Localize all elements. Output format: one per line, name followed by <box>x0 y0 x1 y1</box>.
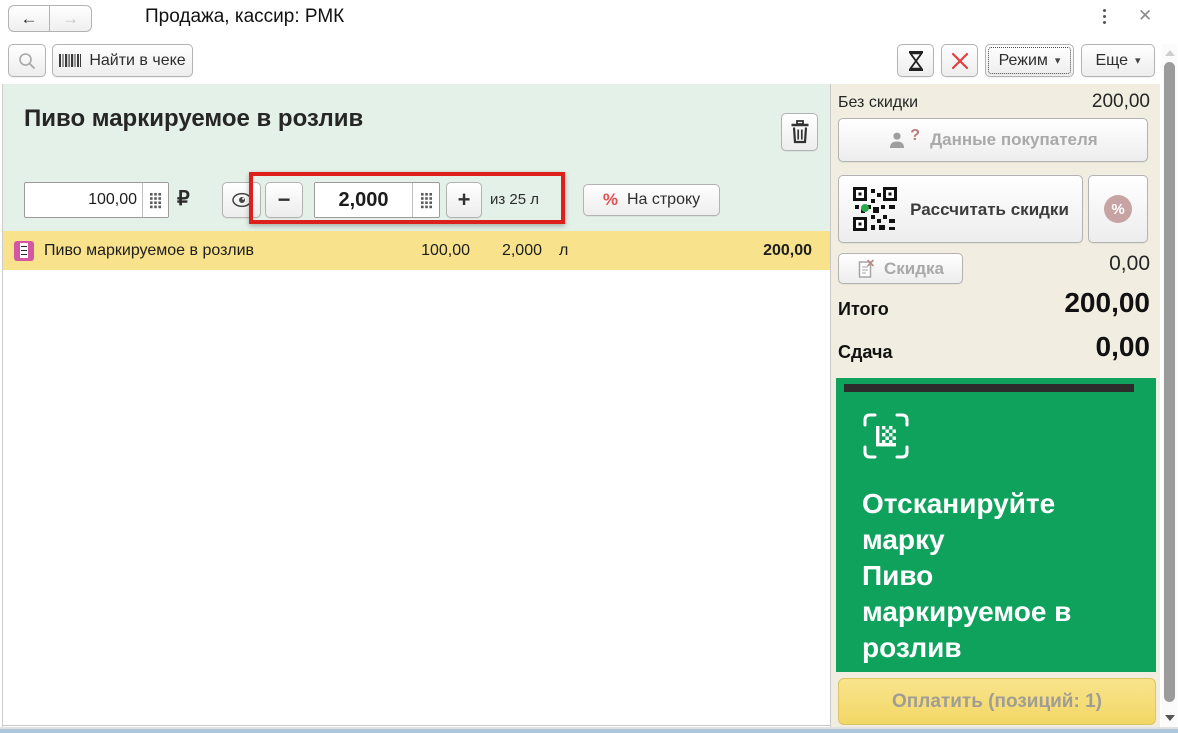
hourglass-icon <box>908 50 923 71</box>
kebab-menu-icon[interactable] <box>1100 9 1108 24</box>
percent-icon: % <box>602 190 618 209</box>
barcode-icon <box>59 54 82 67</box>
scan-mark-panel: Отсканируйте марку Пиво маркируемое в ро… <box>836 378 1156 672</box>
currency-symbol: ₽ <box>177 188 190 210</box>
line-discount-button[interactable]: % На строку <box>583 184 720 216</box>
keg-capacity-hint: из 25 л <box>490 191 540 208</box>
postpone-button[interactable] <box>897 44 934 77</box>
eye-icon <box>231 192 252 208</box>
keypad-icon <box>420 192 432 208</box>
search-button[interactable] <box>8 44 46 77</box>
no-discount-label: Без скидки <box>838 94 919 111</box>
price-input[interactable] <box>25 183 142 217</box>
chevron-down-icon: ▾ <box>1135 55 1141 67</box>
person-icon <box>890 132 905 148</box>
scan-prompt-text: Отсканируйте марку Пиво маркируемое в ро… <box>862 486 1124 666</box>
item-heading: Пиво маркируемое в розлив <box>24 105 364 132</box>
row-item-name: Пиво маркируемое в розлив <box>44 241 255 259</box>
page-title: Продажа, кассир: РМК <box>145 6 345 27</box>
summary-panel: Без скидки 200,00 ? Данные покупателя Ра… <box>831 84 1160 729</box>
navigation-buttons: ← → <box>8 5 92 32</box>
row-item-unit: л <box>559 241 569 259</box>
keypad-icon <box>150 192 161 208</box>
scroll-down-icon[interactable] <box>1165 715 1175 721</box>
discount-label: Скидка <box>884 258 944 278</box>
price-keypad-button[interactable] <box>142 183 168 217</box>
line-discount-label: На строку <box>626 191 701 208</box>
scan-panel-top-strip <box>844 384 1134 392</box>
datamatrix-scan-icon <box>863 413 909 459</box>
calculate-discounts-label: Рассчитать скидки <box>910 199 1069 219</box>
total-value: 200,00 <box>1064 287 1150 318</box>
row-item-price: 100,00 <box>421 241 470 259</box>
scan-prompt: Отсканируйте марку <box>862 488 1056 555</box>
change-label: Сдача <box>838 342 893 362</box>
change-value: 0,00 <box>1095 331 1151 362</box>
no-discount-value: 200,00 <box>1091 91 1150 112</box>
marking-icon <box>14 240 34 261</box>
pay-button[interactable]: Оплатить (позиций: 1) <box>838 678 1156 725</box>
item-controls-row: ₽ − + из 25 <box>3 182 830 218</box>
chevron-down-icon: ▾ <box>1054 55 1061 67</box>
quantity-keypad-button[interactable] <box>412 183 439 217</box>
customer-data-button[interactable]: ? Данные покупателя <box>838 118 1148 162</box>
title-bar: ← → Продажа, кассир: РМК ✕ <box>0 0 1178 38</box>
quantity-input[interactable] <box>315 183 412 217</box>
vertical-scrollbar[interactable] <box>1162 44 1177 729</box>
discount-value: 0,00 <box>1109 252 1150 275</box>
total-label: Итого <box>838 299 889 319</box>
quantity-increase-button[interactable]: + <box>446 182 482 218</box>
toolbar: Найти в чеке Режим ▾ Еще ▾ <box>0 38 1178 82</box>
percent-circle-icon: % <box>1104 195 1132 223</box>
price-field <box>24 182 169 218</box>
cancel-receipt-button[interactable] <box>941 44 978 77</box>
forward-arrow-icon: → <box>62 8 79 28</box>
close-icon[interactable]: ✕ <box>1138 6 1152 26</box>
delete-item-button[interactable] <box>781 113 818 151</box>
discount-button[interactable]: Скидка <box>838 253 963 284</box>
customer-data-label: Данные покупателя <box>930 130 1098 149</box>
forward-button[interactable]: → <box>50 5 92 32</box>
current-item-panel: Пиво маркируемое в розлив 100,00 ₽ − 2,0… <box>3 84 830 231</box>
back-arrow-icon: ← <box>20 8 38 28</box>
red-cross-icon <box>951 52 968 69</box>
scroll-up-icon[interactable] <box>1165 50 1175 56</box>
receipt-list[interactable]: Пиво маркируемое в розлив 100,00 2,000 л… <box>3 231 830 726</box>
quantity-field <box>314 182 440 218</box>
scan-item-name: Пиво маркируемое в розлив <box>862 560 1072 663</box>
back-button[interactable]: ← <box>8 5 50 32</box>
mode-label: Режим <box>998 51 1048 69</box>
find-in-receipt-button[interactable]: Найти в чеке <box>52 44 193 77</box>
no-discount-row: Без скидки 200,00 <box>838 91 1150 113</box>
more-label: Еще <box>1095 51 1129 69</box>
find-in-receipt-label: Найти в чеке <box>89 51 186 69</box>
calculate-discounts-button[interactable]: Рассчитать скидки <box>838 175 1083 243</box>
view-item-button[interactable] <box>222 182 261 218</box>
more-menu-button[interactable]: Еще ▾ <box>1081 44 1155 77</box>
quantity-decrease-button[interactable]: − <box>265 182 303 218</box>
window-bottom-edge <box>0 729 1178 733</box>
trash-icon <box>791 120 808 144</box>
row-item-qty: 2,000 <box>501 241 542 259</box>
row-item-total: 200,00 <box>763 241 812 259</box>
search-icon <box>19 52 35 69</box>
qr-code-icon <box>853 187 898 231</box>
discount-document-icon <box>858 259 874 278</box>
mode-menu-button[interactable]: Режим ▾ <box>985 44 1074 77</box>
manual-discount-button[interactable]: % <box>1088 175 1148 243</box>
receipt-row-selected[interactable]: Пиво маркируемое в розлив 100,00 2,000 л… <box>3 231 830 270</box>
scrollbar-thumb[interactable] <box>1164 62 1175 702</box>
question-icon: ? <box>910 127 921 144</box>
